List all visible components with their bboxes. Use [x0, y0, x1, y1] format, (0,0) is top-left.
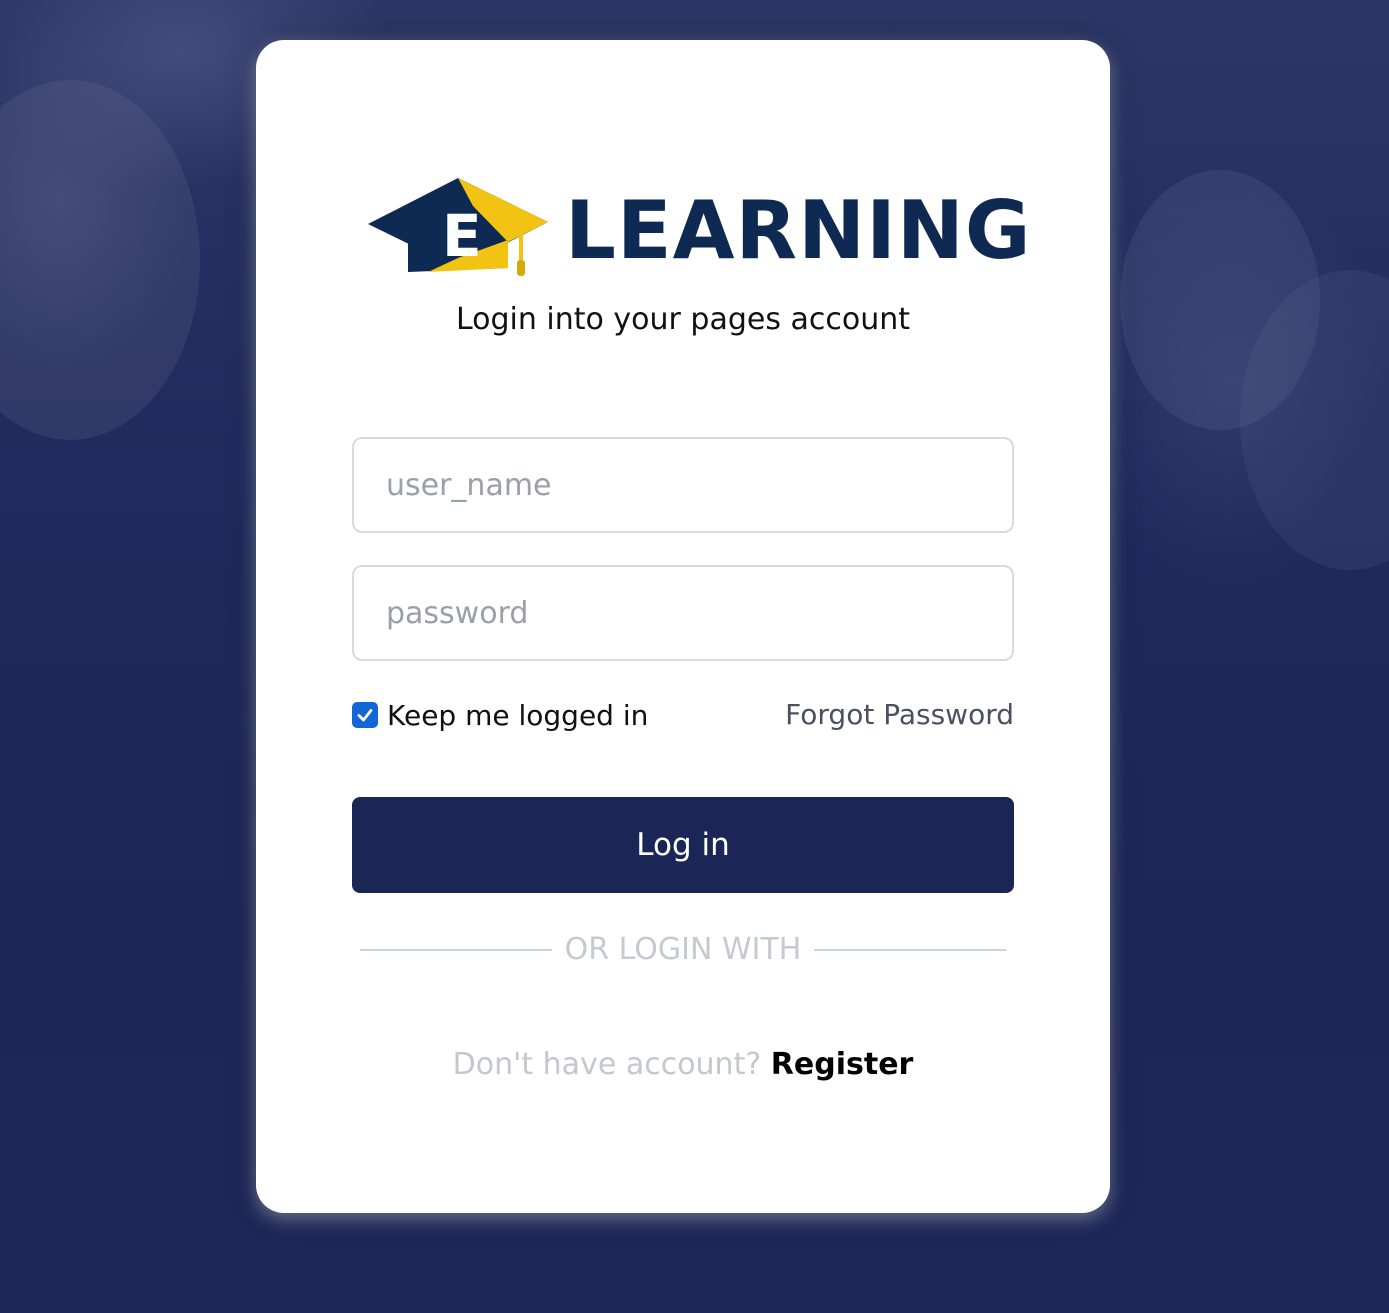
- no-account-text: Don't have account?: [452, 1047, 771, 1082]
- forgot-password-link[interactable]: Forgot Password: [785, 695, 1014, 735]
- check-icon: [357, 709, 373, 722]
- keep-logged-in-label[interactable]: Keep me logged in: [387, 699, 648, 732]
- divider-line-right: [814, 949, 1006, 951]
- username-field[interactable]: [352, 437, 1014, 533]
- register-link[interactable]: Register: [771, 1047, 914, 1082]
- password-field[interactable]: [352, 565, 1014, 661]
- login-subtitle: Login into your pages account: [455, 302, 911, 337]
- graduation-cap-icon: E: [368, 178, 548, 276]
- username-input[interactable]: [354, 439, 1012, 531]
- divider: OR LOGIN WITH: [360, 930, 1006, 970]
- login-button[interactable]: Log in: [352, 797, 1014, 893]
- password-input[interactable]: [354, 567, 1012, 659]
- brand-logo: E LEARNING: [368, 176, 1030, 276]
- login-card: E LEARNING Login into your pages account…: [256, 40, 1110, 1213]
- brand-name: LEARNING: [565, 184, 1032, 277]
- keep-logged-in[interactable]: Keep me logged in: [352, 695, 648, 735]
- keep-logged-in-checkbox[interactable]: [352, 702, 378, 728]
- register-row: Don't have account? Register: [256, 1043, 1110, 1087]
- logo-letter: E: [442, 202, 482, 270]
